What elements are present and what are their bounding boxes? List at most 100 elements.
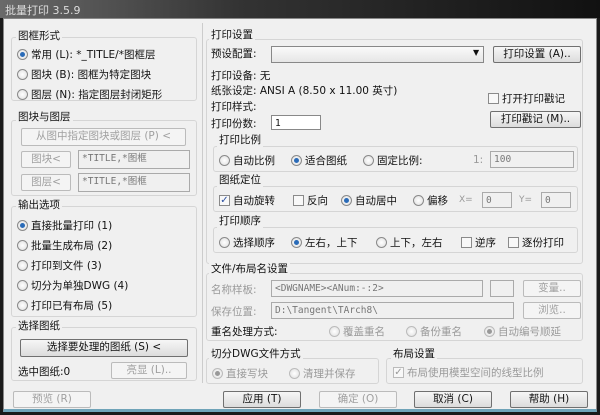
dup-radio-autonumber[interactable]: 自动编号顺延 [484,324,561,339]
radio-label: 直接写块 [226,368,268,380]
location-input[interactable]: D:\Tangent\TArch8\ [271,302,514,319]
radio-label: 左右，上下 [305,237,358,249]
checkbox-icon [293,195,304,206]
variable-button[interactable]: 变量.. [523,280,581,297]
checkbox-label: 逐份打印 [522,237,564,249]
help-button[interactable]: 帮助 (H) [510,391,588,408]
scale-radio-auto[interactable]: 自动比例 [219,153,275,168]
frame-radio-common[interactable]: 常用 (L): *_TITLE/*图框层 [17,47,155,62]
reverse-checkbox[interactable]: 反向 [293,193,328,208]
radio-icon [219,155,230,166]
frame-label: 图框形式 [16,28,62,43]
ratio-input[interactable]: 100 [490,151,574,168]
radio-label: 偏移 [427,195,448,207]
layout-label: 布局设置 [391,346,437,361]
chevron-down-icon[interactable]: ▼ [473,48,479,57]
block-button[interactable]: 图块< [21,151,71,168]
split-label: 切分DWG文件方式 [209,346,303,361]
radio-icon [17,89,28,100]
layout-linetype-checkbox[interactable]: ✓ 布局使用模型空间的线型比例 [393,365,544,380]
radio-label: 切分为单独DWG (4) [31,280,129,292]
pick-from-drawing-button[interactable]: 从图中指定图块或图层 (P) < [21,128,186,146]
layer-button[interactable]: 图层< [21,174,71,191]
output-radio-layout[interactable]: 批量生成布局 (2) [17,238,112,253]
checkbox-label: 布局使用模型空间的线型比例 [407,367,544,379]
template-label: 名称样板: [211,284,257,296]
radio-icon [289,368,300,379]
radio-label: 直接批量打印 (1) [31,220,113,232]
auto-center-radio[interactable]: 自动居中 [341,193,397,208]
window-title: 批量打印 3.5.9 [5,4,81,17]
print-stamp-button[interactable]: 打印戳记 (M).. [490,111,581,128]
print-settings-button[interactable]: 打印设置 (A).. [493,46,581,63]
radio-label: 打印已有布局 (5) [31,300,113,312]
dup-radio-backup[interactable]: 备份重名 [406,324,462,339]
collate-checkbox[interactable]: 逐份打印 [508,235,564,250]
output-radio-existing[interactable]: 打印已有布局 (5) [17,298,112,313]
frame-radio-layer[interactable]: 图层 (N): 指定图层封闭矩形 [17,87,162,102]
radio-label: 批量生成布局 (2) [31,240,113,252]
radio-label: 清理并保存 [303,368,356,380]
output-radio-file[interactable]: 打印到文件 (3) [17,258,102,273]
print-stamp-checkbox[interactable]: 打开打印戳记 [488,91,565,106]
order-radio-tb-lr[interactable]: 上下，左右 [376,235,443,250]
split-radio-purge[interactable]: 清理并保存 [289,366,356,381]
radio-icon [17,49,28,60]
scale-radio-fixed[interactable]: 固定比例: [363,153,423,168]
order-radio-selection[interactable]: 选择顺序 [219,235,275,250]
title-bar[interactable]: 批量打印 3.5.9 [0,0,600,18]
apply-button[interactable]: 应用 (T) [223,391,301,408]
browse-button[interactable]: 浏览.. [523,302,581,319]
y-offset-input[interactable]: 0 [541,192,571,208]
radio-label: 固定比例: [377,155,423,167]
position-label: 图纸定位 [217,172,263,187]
template-extra-box[interactable] [490,280,514,297]
preset-combo[interactable] [271,46,484,63]
preset-label: 预设配置: [211,48,257,60]
ok-button[interactable]: 确定 (O) [319,391,397,408]
x-offset-input[interactable]: 0 [482,192,512,208]
split-radio-wblock[interactable]: 直接写块 [212,366,268,381]
paper-setting: 纸张设定: ANSI A (8.50 x 11.00 英寸) [211,85,398,97]
radio-label: 适合图纸 [305,155,347,167]
select-drawings-button[interactable]: 选择要处理的图纸 (S) < [20,339,188,357]
template-input[interactable]: <DWGNAME><ANum:-:2> [271,280,483,297]
radio-icon [219,237,230,248]
radio-icon [212,368,223,379]
scale-label: 打印比例 [217,132,263,147]
radio-icon [376,237,387,248]
select-label: 选择图纸 [16,318,62,333]
radio-icon [17,260,28,271]
radio-label: 常用 (L): *_TITLE/*图框层 [31,49,156,61]
duplicate-label: 重名处理方式: [211,326,278,338]
cancel-button[interactable]: 取消 (C) [414,391,492,408]
batch-print-dialog: 图框形式 常用 (L): *_TITLE/*图框层 图块 (B): 图框为特定图… [3,18,597,412]
radio-icon [484,326,495,337]
output-radio-split[interactable]: 切分为单独DWG (4) [17,278,128,293]
radio-icon [413,195,424,206]
copies-input[interactable]: 1 [271,115,321,130]
preview-button[interactable]: 预览 (R) [13,391,91,408]
frame-radio-block[interactable]: 图块 (B): 图框为特定图块 [17,67,151,82]
output-label: 输出选项 [16,197,62,212]
output-radio-direct[interactable]: 直接批量打印 (1) [17,218,112,233]
copies-label: 打印份数: [211,118,257,130]
radio-icon [17,280,28,291]
reverse-order-checkbox[interactable]: 逆序 [461,235,496,250]
layer-input[interactable]: *TITLE,*图框 [78,173,190,192]
check-icon: ✓ [393,367,404,378]
radio-label: 自动比例 [233,155,275,167]
block-input[interactable]: *TITLE,*图框 [78,150,190,169]
auto-rotate-checkbox[interactable]: ✓ 自动旋转 [219,193,275,208]
dup-radio-overwrite[interactable]: 覆盖重名 [329,324,385,339]
order-radio-lr-tb[interactable]: 左右，上下 [291,235,358,250]
scale-radio-fit[interactable]: 适合图纸 [291,153,347,168]
offset-radio[interactable]: 偏移 [413,193,448,208]
checkbox-icon [488,93,499,104]
print-settings-label: 打印设置 [209,27,255,42]
highlight-button[interactable]: 亮显 (L).. [111,362,187,379]
location-label: 保存位置: [211,306,257,318]
radio-label: 图层 (N): 指定图层封闭矩形 [31,89,163,101]
radio-label: 上下，左右 [390,237,443,249]
radio-icon [363,155,374,166]
